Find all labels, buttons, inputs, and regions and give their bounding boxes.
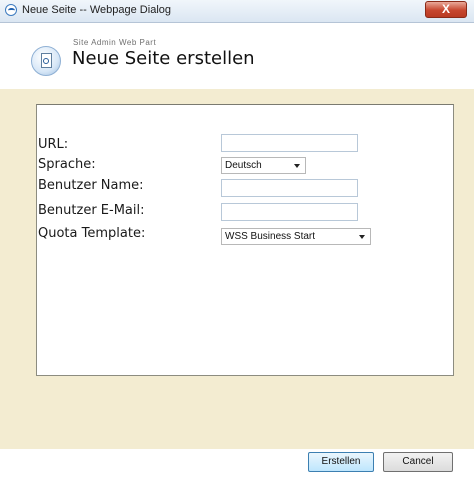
new-page-icon (31, 46, 61, 76)
language-label: Sprache: (38, 157, 96, 172)
window-title: Neue Seite -- Webpage Dialog (22, 4, 171, 16)
dropdown-arrow-icon (359, 235, 365, 239)
url-label: URL: (38, 137, 69, 152)
language-select[interactable]: Deutsch (221, 157, 306, 174)
user-name-input[interactable] (221, 179, 358, 197)
user-email-input[interactable] (221, 203, 358, 221)
url-input[interactable] (221, 134, 358, 152)
page-title: Neue Seite erstellen (72, 48, 255, 69)
user-name-label: Benutzer Name: (38, 178, 144, 193)
quota-template-label: Quota Template: (38, 226, 146, 241)
dropdown-arrow-icon (294, 164, 300, 168)
title-bar: Neue Seite -- Webpage Dialog X (0, 0, 474, 23)
language-select-value: Deutsch (225, 160, 262, 171)
close-button[interactable]: X (425, 1, 467, 18)
user-email-label: Benutzer E-Mail: (38, 203, 145, 218)
quota-template-select[interactable]: WSS Business Start (221, 228, 371, 245)
internet-explorer-icon (5, 4, 17, 16)
create-button[interactable]: Erstellen (308, 452, 374, 472)
header-subtitle: Site Admin Web Part (73, 38, 157, 47)
quota-template-select-value: WSS Business Start (225, 231, 316, 242)
cancel-button[interactable]: Cancel (383, 452, 453, 472)
